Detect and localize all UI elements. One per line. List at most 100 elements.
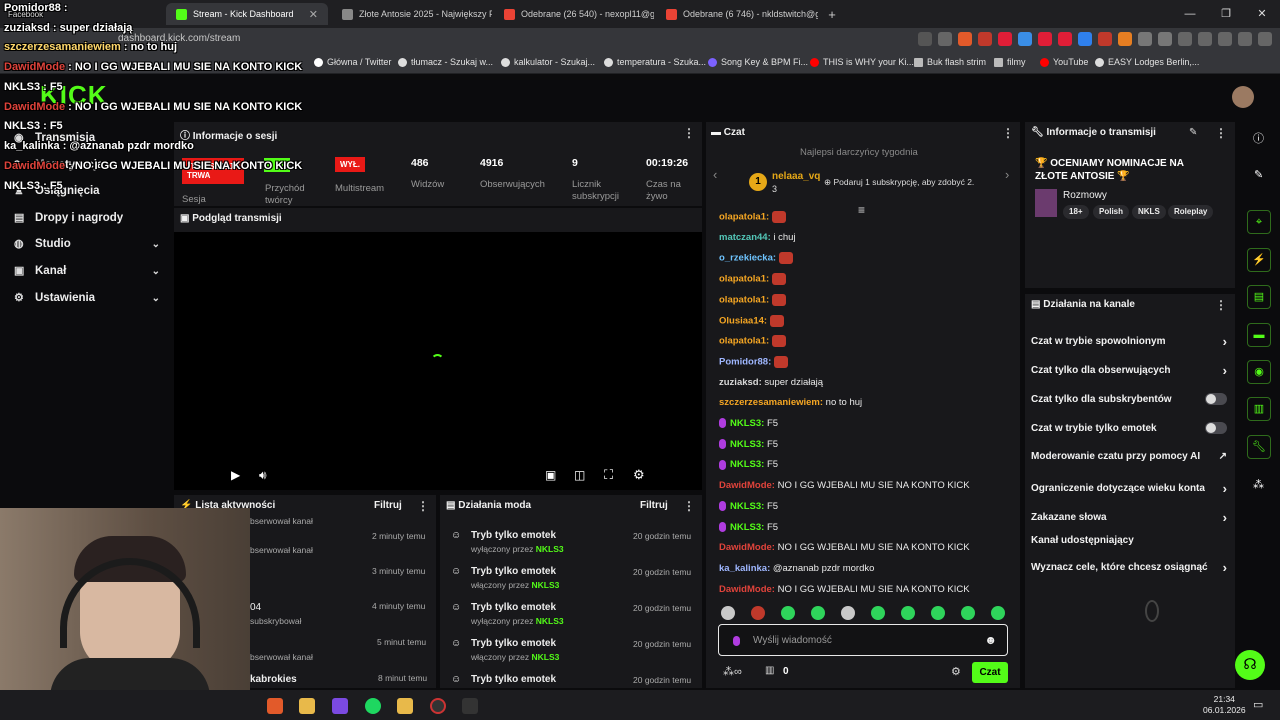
close-tab-icon[interactable]: ✕ [301,8,318,21]
chat-username[interactable]: szczerzesamaniewiem: [719,397,823,408]
chat-username[interactable]: olapatola1: [719,336,769,347]
chat-username[interactable]: Pomidor88: [719,356,771,367]
rail-bolt-icon[interactable]: ⚡ [1247,248,1271,272]
bookmark-folder[interactable]: Buk flash strim [914,57,986,67]
spotify-taskbar-icon[interactable] [365,698,381,714]
chat-username[interactable]: NKLS3: [730,439,764,450]
obs-taskbar-icon[interactable] [430,698,446,714]
chat-username[interactable]: DawidMode: [719,480,775,491]
more-options-icon[interactable]: ⋮ [1215,126,1227,140]
chat-username[interactable]: NKLS3: [730,459,764,470]
sidebar-item-kanal[interactable]: ▣ Kanał ⌄ [14,265,160,277]
tab-gmail-2[interactable]: Odebrane (6 746) - nkldstwitch@gm [656,3,818,25]
extension-icon[interactable] [1018,32,1032,46]
bookmark-twitter[interactable]: Główna / Twitter [314,57,391,67]
gear-icon[interactable]: ⚙ [633,467,645,483]
activity-filter-button[interactable]: Filtruj [374,500,402,511]
channel-action-row[interactable]: Wyznacz cele, które chcesz osiągnąć › [1031,560,1227,575]
support-headset-icon[interactable]: ☊ [1235,650,1265,680]
restore-icon[interactable]: ❐ [1208,0,1244,28]
quick-emote-icon[interactable] [781,606,795,620]
channel-action-row[interactable]: Czat w trybie spowolnionym › [1031,334,1227,349]
wallet-icon[interactable] [1198,32,1212,46]
chat-username[interactable]: olapatola1: [719,274,769,285]
quick-emote-icon[interactable] [871,606,885,620]
tab-zlote-antosie[interactable]: Złote Antosie 2025 - Największy Pleb [332,3,492,25]
gift-icon[interactable]: ▥ [765,665,774,676]
tab-kick-dashboard[interactable]: Stream - Kick Dashboard ✕ [166,3,328,25]
rail-tools-icon[interactable]: 🔧︎ [1247,435,1271,459]
brave-taskbar-icon[interactable] [267,698,283,714]
emoji-icon[interactable]: ☻ [984,633,997,647]
chat-username[interactable]: matczan44: [719,232,771,243]
chat-username[interactable]: ka_kalinka: [719,563,770,574]
extension-icon[interactable] [1158,32,1172,46]
extension-icon[interactable] [918,32,932,46]
pip-icon[interactable]: ◫ [574,468,585,482]
sidebar-icon[interactable] [1178,32,1192,46]
rail-chat-icon[interactable]: ▬ [1247,323,1271,347]
edit-icon[interactable]: ✎ [1254,168,1263,181]
theater-mode-icon[interactable]: ▣ [545,468,556,482]
rail-list-icon[interactable]: ▤ [1247,285,1271,309]
new-tab-button[interactable]: + [822,3,842,25]
tag-polish[interactable]: Polish [1093,205,1130,219]
quick-emote-icon[interactable] [901,606,915,620]
sidebar-item-dropy[interactable]: ▤ Dropy i nagrody [14,212,160,224]
users-icon[interactable]: ⁂ [1253,478,1264,491]
notifications-icon[interactable]: ▭ [1253,698,1263,711]
extension-icon[interactable] [1118,32,1132,46]
volume-icon[interactable]: 🔊︎ [259,468,267,483]
quick-emote-icon[interactable] [811,606,825,620]
info-icon[interactable]: ⓘ [1253,130,1264,146]
more-options-icon[interactable]: ⋮ [417,499,429,513]
avatar[interactable] [1232,86,1254,108]
puzzle-icon[interactable] [1138,32,1152,46]
extension-icon[interactable] [978,32,992,46]
rail-broadcast-icon[interactable]: ◉ [1247,360,1271,384]
quick-emote-icon[interactable] [751,606,765,620]
chat-settings-gear-icon[interactable]: ⚙ [951,665,961,678]
bookmark-song-key[interactable]: Song Key & BPM Fi... [708,57,808,67]
vpn-icon[interactable] [1238,32,1252,46]
bookmark-translator[interactable]: tłumacz - Szukaj w... [398,57,493,67]
chat-username[interactable]: o_rzekiecka: [719,253,776,264]
bookmark-lodges[interactable]: EASY Lodges Berlin,... [1095,57,1199,67]
chevron-right-icon[interactable]: › [1005,167,1009,182]
channel-action-row[interactable]: Moderowanie czatu przy pomocy AI ↗ [1031,451,1227,462]
minimize-icon[interactable]: — [1172,0,1208,28]
chat-username[interactable]: NKLS3: [730,418,764,429]
sidebar-item-ustawienia[interactable]: ⚙ Ustawienia ⌄ [14,292,160,304]
close-window-icon[interactable]: ✕ [1244,0,1280,28]
rail-layout-icon[interactable]: ▥ [1247,397,1271,421]
app-taskbar-icon[interactable] [462,698,478,714]
quick-emote-icon[interactable] [991,606,1005,620]
more-options-icon[interactable]: ⋮ [1002,126,1014,140]
menu-icon[interactable] [1258,32,1272,46]
chat-username[interactable]: NKLS3: [730,501,764,512]
bookmark-youtube[interactable]: YouTube [1040,57,1088,67]
tab-gmail-1[interactable]: Odebrane (26 540) - nexopl11@gmail [494,3,654,25]
chat-username[interactable]: Olusiaa14: [719,315,767,326]
extension-icon[interactable] [1098,32,1112,46]
extension-icon[interactable] [1038,32,1052,46]
channel-action-row[interactable]: Czat w trybie tylko emotek [1031,422,1227,434]
category-thumbnail[interactable] [1035,189,1057,217]
mod-filter-button[interactable]: Filtruj [640,500,668,511]
extension-icon[interactable] [1058,32,1072,46]
quick-emote-icon[interactable] [721,606,735,620]
tag-18plus[interactable]: 18+ [1063,205,1089,219]
chat-username[interactable]: NKLS3: [730,522,764,533]
bookmark-folder-filmy[interactable]: filmy [994,57,1026,67]
chat-username[interactable]: olapatola1: [719,294,769,305]
quick-emote-icon[interactable] [961,606,975,620]
channel-action-row[interactable]: Czat tylko dla subskrybentów [1031,393,1227,405]
rail-camera-icon[interactable]: ⌖ [1247,210,1271,234]
extension-icon[interactable] [938,32,952,46]
bookmark-youtube-video[interactable]: THIS is WHY your Ki... [810,57,914,67]
chat-username[interactable]: DawidMode: [719,542,775,553]
send-chat-button[interactable]: Czat [972,662,1008,683]
bookmark-calculator[interactable]: kalkulator - Szukaj... [501,57,595,67]
chevron-left-icon[interactable]: ‹ [713,167,717,182]
chat-input-box[interactable]: Wyślij wiadomość ☻ [718,624,1008,656]
